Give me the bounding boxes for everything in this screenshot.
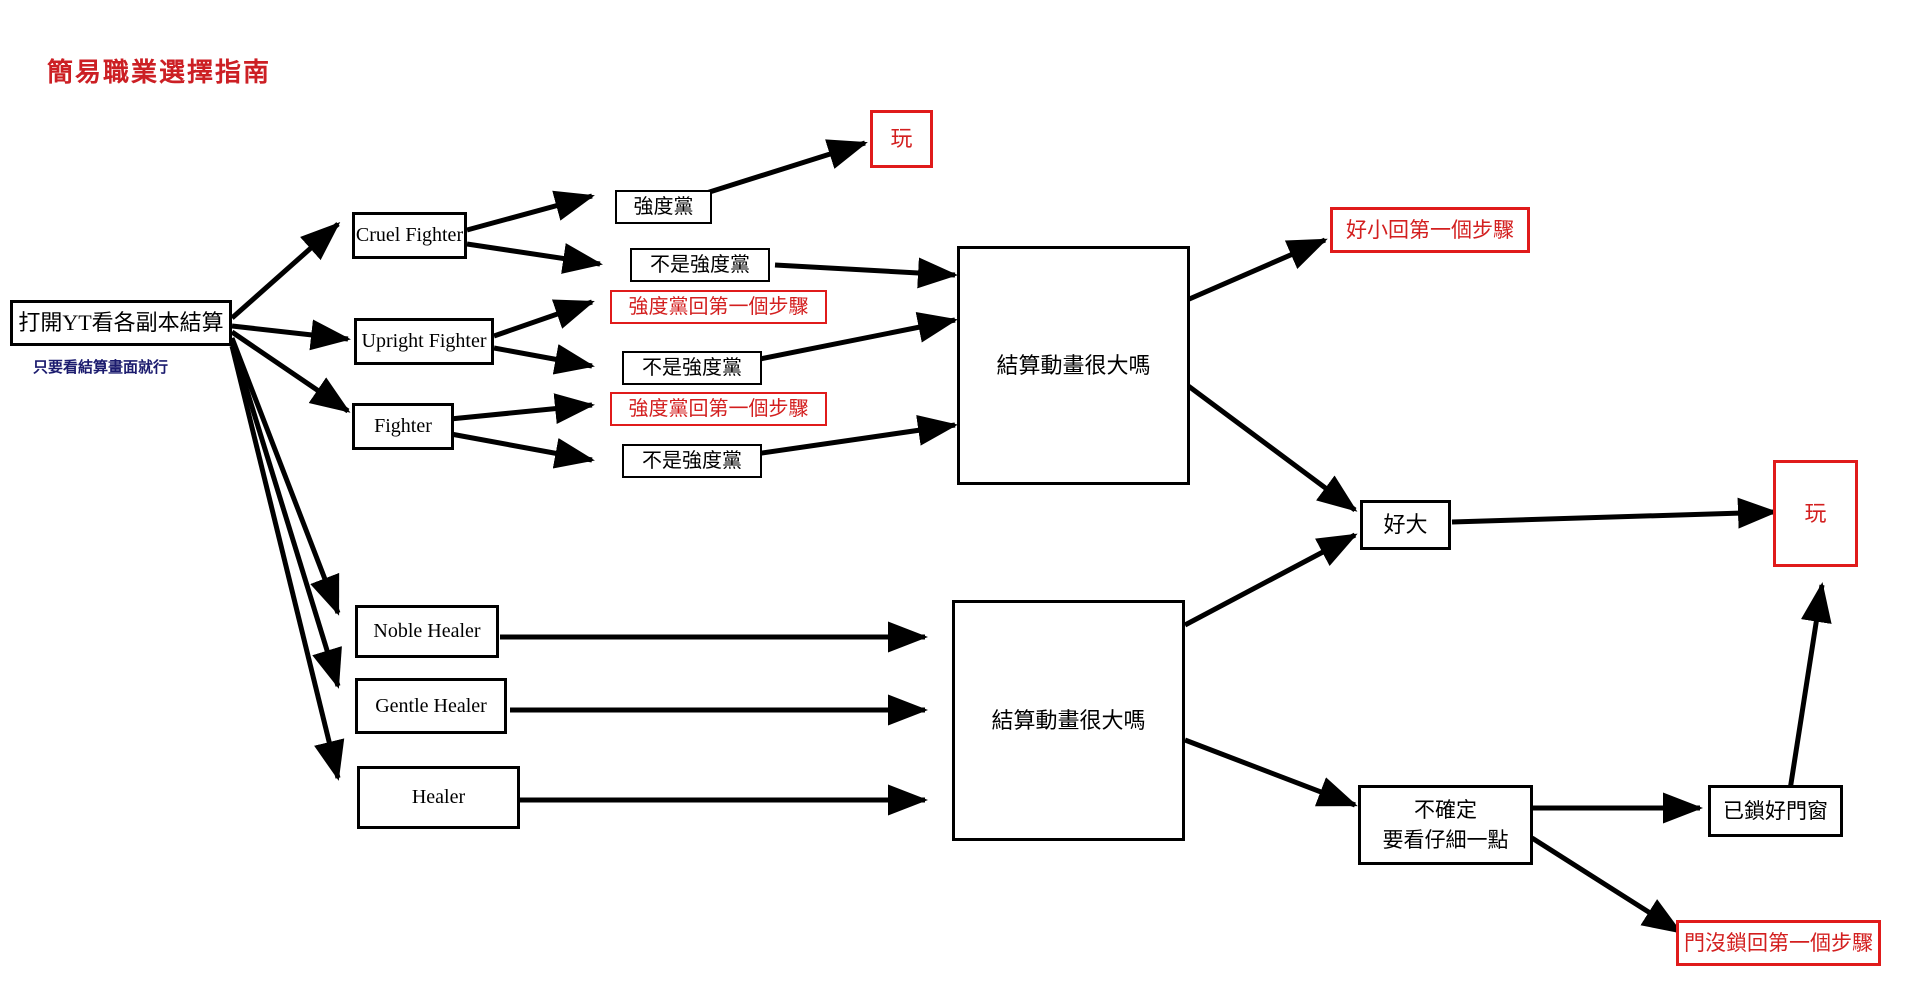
flowchart-canvas: 簡易職業選擇指南 打開YT看各副本結算 只要看結算畫面就行 Cruel Figh…	[0, 0, 1920, 988]
decision-animation-big-healers[interactable]: 結算動畫很大嗎	[952, 600, 1185, 841]
branch-not-strong-fighter[interactable]: 不是強度黨	[622, 444, 762, 478]
class-healer[interactable]: Healer	[357, 766, 520, 829]
outcome-uncertain[interactable]: 不確定 要看仔細一點	[1358, 785, 1533, 865]
branch-strong-restart-fighter[interactable]: 強度黨回第一個步驟	[610, 392, 827, 426]
class-cruel-fighter[interactable]: Cruel Fighter	[352, 212, 467, 259]
branch-strong-cruel[interactable]: 強度黨	[615, 190, 712, 224]
decision-animation-big-fighters[interactable]: 結算動畫很大嗎	[957, 246, 1190, 485]
class-upright-fighter[interactable]: Upright Fighter	[354, 318, 494, 365]
start-node[interactable]: 打開YT看各副本結算	[10, 300, 232, 346]
outcome-too-small-restart[interactable]: 好小回第一個步驟	[1330, 207, 1530, 253]
outcome-very-big[interactable]: 好大	[1360, 500, 1451, 550]
class-fighter[interactable]: Fighter	[352, 403, 454, 450]
branch-not-strong-upright[interactable]: 不是強度黨	[622, 351, 762, 385]
outcome-doors-unlocked-restart[interactable]: 門沒鎖回第一個步驟	[1676, 920, 1881, 966]
branch-strong-restart-upright[interactable]: 強度黨回第一個步驟	[610, 290, 827, 324]
page-title: 簡易職業選擇指南	[47, 58, 272, 87]
class-gentle-healer[interactable]: Gentle Healer	[355, 678, 507, 734]
start-note: 只要看結算畫面就行	[33, 360, 169, 376]
branch-not-strong-cruel[interactable]: 不是強度黨	[630, 248, 770, 282]
class-noble-healer[interactable]: Noble Healer	[355, 605, 499, 658]
outcome-doors-locked[interactable]: 已鎖好門窗	[1708, 785, 1843, 837]
outcome-play-right[interactable]: 玩	[1773, 460, 1858, 567]
outcome-play-top[interactable]: 玩	[870, 110, 933, 168]
